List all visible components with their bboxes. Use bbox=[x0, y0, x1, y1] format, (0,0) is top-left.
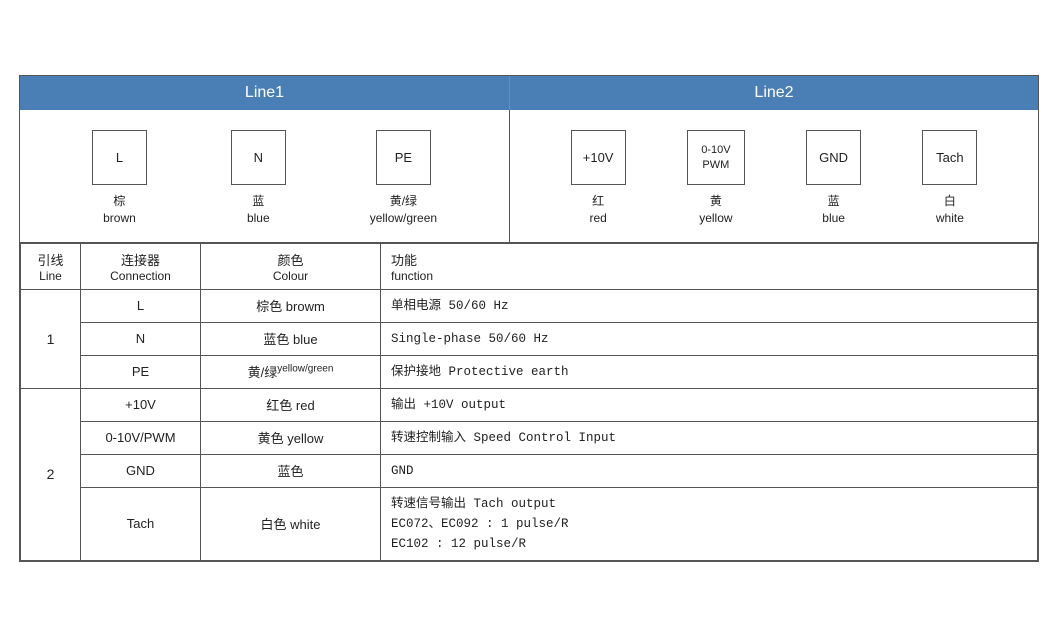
header-row: Line1 Line2 bbox=[20, 76, 1038, 110]
colour-yellow-cell: 黄色 yellow bbox=[201, 421, 381, 454]
conn-GND-cell: GND bbox=[81, 454, 201, 487]
connector-PE: PE 黄/绿yellow/green bbox=[370, 130, 437, 227]
th-func-en: function bbox=[391, 269, 1027, 283]
th-func: 功能 function bbox=[381, 243, 1038, 289]
func-Tach-cell: 转速信号输出 Tach output EC072、EC092 : 1 pulse… bbox=[381, 487, 1038, 560]
th-conn: 连接器 Connection bbox=[81, 243, 201, 289]
func-GND-cell: GND bbox=[381, 454, 1038, 487]
conn-PE-cell: PE bbox=[81, 355, 201, 388]
line-1-cell: 1 bbox=[21, 289, 81, 388]
th-line-en: Line bbox=[25, 269, 76, 283]
line-2-cell: 2 bbox=[21, 388, 81, 560]
th-conn-zh: 连接器 bbox=[85, 250, 196, 269]
th-line: 引线 Line bbox=[21, 243, 81, 289]
table-row: 1 L 棕色 browm 单相电源 50/60 Hz bbox=[21, 289, 1038, 322]
table-row: GND 蓝色 GND bbox=[21, 454, 1038, 487]
connector-label-N: 蓝blue bbox=[247, 193, 270, 227]
connector-L: L 棕brown bbox=[92, 130, 147, 227]
th-func-zh: 功能 bbox=[391, 250, 1027, 269]
colour-white-cell: 白色 white bbox=[201, 487, 381, 560]
table-row: 2 +10V 红色 red 输出 +10V output bbox=[21, 388, 1038, 421]
func-L-cell: 单相电源 50/60 Hz bbox=[381, 289, 1038, 322]
diagram-line2: +10V 红red 0-10VPWM 黄yellow GND 蓝blue Tac… bbox=[510, 110, 1038, 242]
connector-box-GND: GND bbox=[806, 130, 861, 185]
connector-label-PE: 黄/绿yellow/green bbox=[370, 193, 437, 227]
th-colour: 颜色 Colour bbox=[201, 243, 381, 289]
table-section: 引线 Line 连接器 Connection 颜色 Colour bbox=[20, 243, 1038, 561]
func-PE-cell: 保护接地 Protective earth bbox=[381, 355, 1038, 388]
connector-label-GND: 蓝blue bbox=[822, 193, 845, 227]
connector-box-N: N bbox=[231, 130, 286, 185]
table-row: Tach 白色 white 转速信号输出 Tach output EC072、E… bbox=[21, 487, 1038, 560]
connector-label-L: 棕brown bbox=[103, 193, 136, 227]
connector-label-PWM: 黄yellow bbox=[699, 193, 732, 227]
th-conn-en: Connection bbox=[85, 269, 196, 283]
connector-GND: GND 蓝blue bbox=[806, 130, 861, 227]
connector-Tach: Tach 白white bbox=[922, 130, 977, 227]
header-line2: Line2 bbox=[510, 76, 1038, 110]
func-PWM-cell: 转速控制输入 Speed Control Input bbox=[381, 421, 1038, 454]
table-header-row: 引线 Line 连接器 Connection 颜色 Colour bbox=[21, 243, 1038, 289]
table-body: 1 L 棕色 browm 单相电源 50/60 Hz N 蓝色 blue Sin… bbox=[21, 289, 1038, 560]
colour-brown-cell: 棕色 browm bbox=[201, 289, 381, 322]
data-table: 引线 Line 连接器 Connection 颜色 Colour bbox=[20, 243, 1038, 561]
connector-label-10V: 红red bbox=[589, 193, 606, 227]
main-container: Line1 Line2 L 棕brown N 蓝blue PE 黄/绿yello… bbox=[19, 75, 1039, 562]
diagram-row: L 棕brown N 蓝blue PE 黄/绿yellow/green +10V… bbox=[20, 110, 1038, 243]
connector-label-Tach: 白white bbox=[936, 193, 964, 227]
connector-box-L: L bbox=[92, 130, 147, 185]
table-row: N 蓝色 blue Single-phase 50/60 Hz bbox=[21, 322, 1038, 355]
connector-box-PWM: 0-10VPWM bbox=[687, 130, 745, 185]
colour-red-cell: 红色 red bbox=[201, 388, 381, 421]
func-N-cell: Single-phase 50/60 Hz bbox=[381, 322, 1038, 355]
table-row: 0-10V/PWM 黄色 yellow 转速控制输入 Speed Control… bbox=[21, 421, 1038, 454]
colour-blue2-cell: 蓝色 bbox=[201, 454, 381, 487]
connector-box-PE: PE bbox=[376, 130, 431, 185]
header-line1: Line1 bbox=[20, 76, 510, 110]
diagram-line1: L 棕brown N 蓝blue PE 黄/绿yellow/green bbox=[20, 110, 510, 242]
func-10V-cell: 输出 +10V output bbox=[381, 388, 1038, 421]
table-row: PE 黄/绿yellow/green 保护接地 Protective earth bbox=[21, 355, 1038, 388]
connector-PWM: 0-10VPWM 黄yellow bbox=[687, 130, 745, 227]
connector-box-10V: +10V bbox=[571, 130, 626, 185]
conn-PWM-cell: 0-10V/PWM bbox=[81, 421, 201, 454]
conn-N-cell: N bbox=[81, 322, 201, 355]
conn-Tach-cell: Tach bbox=[81, 487, 201, 560]
connector-box-Tach: Tach bbox=[922, 130, 977, 185]
connector-N: N 蓝blue bbox=[231, 130, 286, 227]
th-line-zh: 引线 bbox=[25, 250, 76, 269]
th-colour-en: Colour bbox=[205, 269, 376, 283]
conn-10V-cell: +10V bbox=[81, 388, 201, 421]
colour-blue-cell: 蓝色 blue bbox=[201, 322, 381, 355]
connector-10V: +10V 红red bbox=[571, 130, 626, 227]
colour-ye-cell: 黄/绿yellow/green bbox=[201, 355, 381, 388]
th-colour-zh: 颜色 bbox=[205, 250, 376, 269]
conn-L-cell: L bbox=[81, 289, 201, 322]
